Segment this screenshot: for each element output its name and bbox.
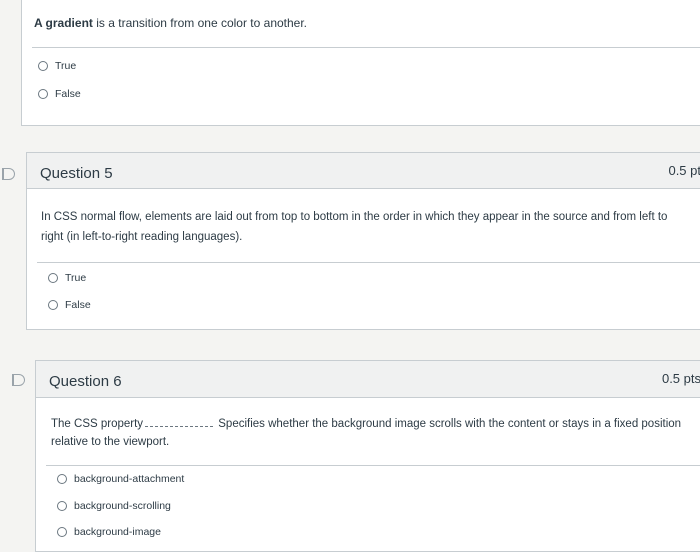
radio-button[interactable]	[57, 501, 67, 511]
question-5-option-false[interactable]: False	[48, 299, 91, 311]
option-label: background-attachment	[74, 473, 185, 485]
flag-question-5-icon[interactable]	[2, 168, 15, 180]
page-margin	[0, 0, 22, 535]
question-6-title: Question 6	[49, 373, 122, 390]
question-4-option-false[interactable]: False	[38, 88, 81, 100]
radio-button[interactable]	[38, 89, 48, 99]
question-4-card: A gradient is a transition from one colo…	[21, 0, 700, 126]
question-6-text-start: The CSS property	[51, 418, 144, 430]
question-4-divider	[32, 47, 700, 48]
flag-question-6-icon[interactable]	[12, 374, 25, 386]
question-6-option-background-attachment[interactable]: background-attachment	[57, 473, 184, 485]
question-6-text-description: Specifies whether the background image s…	[218, 418, 682, 430]
question-6-divider	[46, 465, 700, 466]
answer-blank	[145, 426, 214, 427]
radio-button[interactable]	[48, 300, 58, 310]
option-label: True	[55, 60, 77, 72]
question-6-option-background-image[interactable]: background-image	[57, 526, 161, 538]
option-label: background-image	[74, 526, 161, 538]
option-label: False	[65, 299, 91, 311]
radio-button[interactable]	[48, 273, 58, 283]
question-4-text-rest: is a transition from one color to anothe…	[92, 16, 308, 30]
question-4-text-bold: A gradient	[34, 16, 93, 30]
question-5-card: Question 5 0.5 pt In CSS normal flow, el…	[26, 152, 700, 330]
option-label: background-scrolling	[74, 500, 171, 512]
question-5-header: Question 5 0.5 pt	[27, 153, 700, 189]
question-5-option-true[interactable]: True	[48, 272, 86, 284]
question-5-text: In CSS normal flow, elements are laid ou…	[41, 211, 668, 243]
question-6-text-line-1: The CSS property Specifies whether the b…	[51, 414, 700, 434]
radio-button[interactable]	[57, 474, 67, 484]
option-label: True	[65, 272, 87, 284]
question-6-text-line-2: relative to the viewport.	[51, 436, 170, 448]
question-6-option-background-scrolling[interactable]: background-scrolling	[57, 500, 171, 512]
radio-button[interactable]	[38, 61, 48, 71]
question-4-text: A gradient is a transition from one colo…	[34, 13, 694, 33]
question-4-option-true[interactable]: True	[38, 60, 76, 72]
question-6-points: 0.5 pts	[661, 371, 700, 386]
question-5-points: 0.5 pt	[668, 163, 700, 178]
question-6-header: Question 6 0.5 pts	[36, 361, 700, 398]
question-6-card: Question 6 0.5 pts The CSS property Spec…	[35, 360, 700, 552]
option-label: False	[55, 88, 81, 100]
radio-button[interactable]	[57, 527, 67, 537]
question-5-title: Question 5	[40, 165, 113, 182]
question-5-divider	[37, 262, 700, 263]
